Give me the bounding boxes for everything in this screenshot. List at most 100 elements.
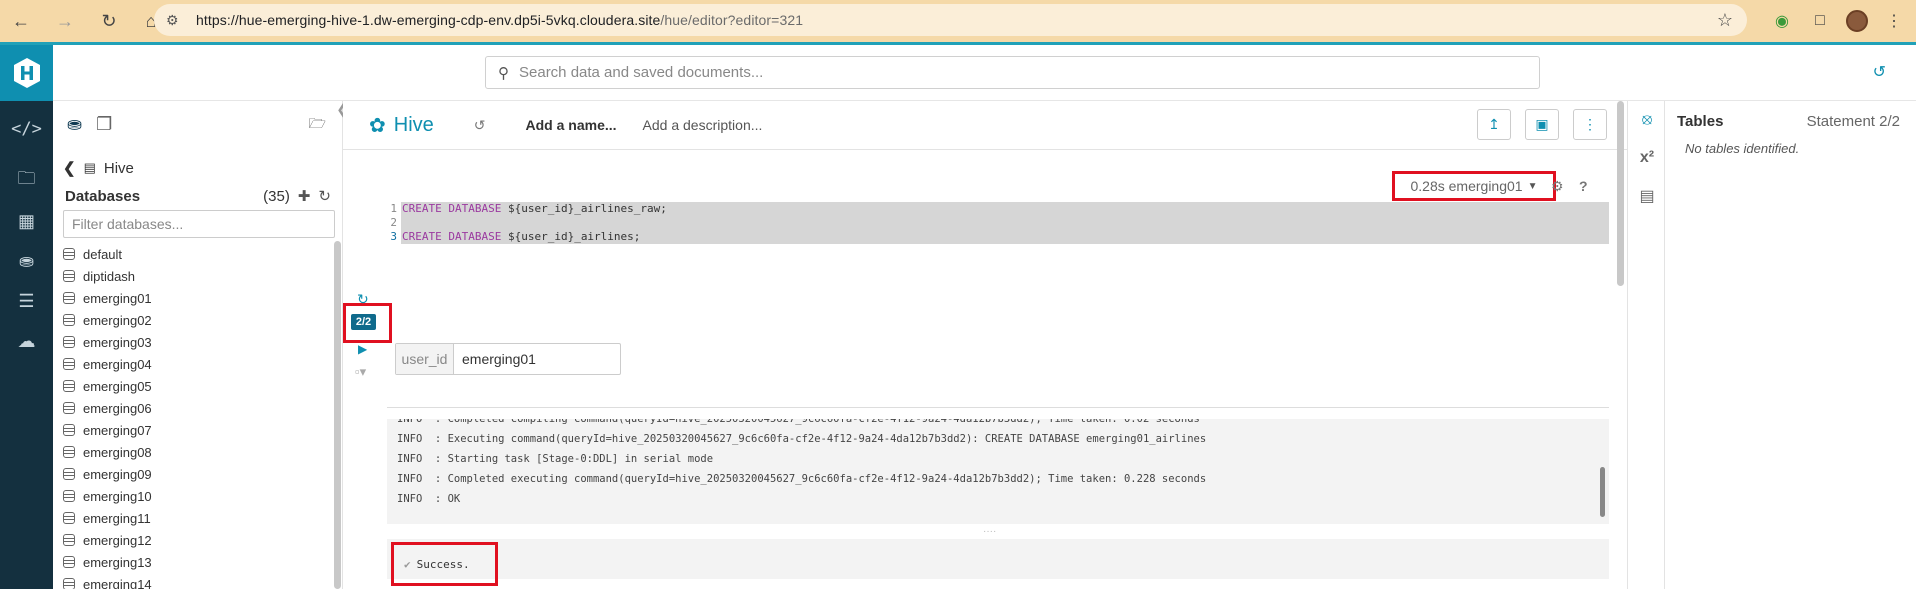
query-name[interactable]: Add a name... [526, 117, 617, 133]
add-database-icon[interactable]: ✚ [298, 187, 311, 205]
site-settings-icon[interactable]: ⚙ [166, 12, 186, 29]
editor-header: ✿ Hive ↺ Add a name... Add a description… [343, 101, 1627, 150]
cubes-icon[interactable]: ▦ [0, 201, 53, 241]
check-icon: ✔ [404, 557, 411, 571]
database-name: emerging07 [83, 422, 152, 438]
database-icon [63, 292, 75, 304]
documents-tab-icon[interactable]: ❐ [96, 114, 112, 135]
run-play-icon[interactable]: ▶ [358, 342, 367, 356]
database-item[interactable]: emerging08 [63, 441, 333, 463]
database-item[interactable]: emerging14 [63, 573, 333, 589]
code-line[interactable]: 2 [387, 216, 1609, 230]
database-item[interactable]: emerging06 [63, 397, 333, 419]
database-icon [63, 314, 75, 326]
code-line[interactable]: 1 CREATE DATABASE ${user_id}_airlines_raw… [387, 202, 1609, 216]
history-icon[interactable]: ↺ [1873, 62, 1886, 82]
refresh-statement-icon[interactable]: ↻ [357, 291, 369, 308]
filter-databases[interactable] [63, 210, 335, 238]
database-item[interactable]: emerging12 [63, 529, 333, 551]
query-description[interactable]: Add a description... [643, 117, 763, 133]
right-assist-bar: ⦻ x² ▤ [1627, 101, 1665, 589]
extension-eye-icon[interactable]: ◉ [1770, 9, 1794, 33]
editor-title[interactable]: Hive [394, 114, 434, 137]
database-item[interactable]: emerging01 [63, 287, 333, 309]
breadcrumb[interactable]: ❮ ▤ Hive [63, 159, 134, 178]
database-item[interactable]: emerging09 [63, 463, 333, 485]
url-host: https://hue-emerging-hive-1.dw-emerging-… [196, 12, 661, 28]
search-icon: ⚲ [498, 64, 509, 82]
filter-databases-input[interactable] [72, 216, 322, 232]
log-scrollbar[interactable] [1600, 467, 1605, 517]
address-bar[interactable]: ⚙ https://hue-emerging-hive-1.dw-emergin… [154, 4, 1747, 36]
bookmark-star-icon[interactable]: ☆ [1717, 10, 1733, 31]
database-icon [63, 534, 75, 546]
refresh-icon[interactable]: ↻ [318, 187, 331, 205]
files-folder-icon[interactable]: 🗁 [309, 113, 326, 137]
save-icon: ▣ [1535, 116, 1549, 132]
more-options-button[interactable]: ⋮ [1573, 109, 1607, 140]
functions-icon[interactable]: x² [1628, 139, 1666, 177]
save-button[interactable]: ▣ [1525, 109, 1559, 140]
resize-handle-icon[interactable]: ···· [983, 526, 996, 537]
line-number: 1 [390, 202, 397, 215]
database-name: emerging08 [83, 444, 152, 460]
extensions-puzzle-icon[interactable]: □ [1808, 9, 1832, 33]
database-item[interactable]: emerging07 [63, 419, 333, 441]
statement-indicator: Statement 2/2 [1806, 113, 1900, 130]
documents-folder-icon[interactable]: 🗀 [0, 161, 53, 201]
execution-info[interactable]: 0.28s emerging01 ▼ [1392, 171, 1556, 201]
code-line[interactable]: 3 CREATE DATABASE ${user_id}_airlines; [387, 230, 1609, 244]
global-search[interactable]: ⚲ [485, 56, 1540, 89]
database-item[interactable]: emerging10 [63, 485, 333, 507]
top-search-header: ⚲ ↺ [53, 45, 1916, 101]
database-item[interactable]: default [63, 243, 333, 265]
tables-icon[interactable]: ☰ [0, 281, 53, 321]
browser-menu-icon[interactable]: ⋮ [1882, 9, 1906, 33]
sql-code-editor[interactable]: 1 CREATE DATABASE ${user_id}_airlines_raw… [387, 202, 1609, 334]
search-input[interactable] [519, 64, 1419, 81]
compass-icon[interactable]: ⦻ [1628, 101, 1666, 139]
line-number: 2 [390, 216, 397, 229]
hive-bee-icon: ✿ [369, 114, 386, 137]
caret-down-icon: ▼ [1527, 180, 1538, 192]
database-icon [63, 380, 75, 392]
log-line: INFO : Executing command(queryId=hive_20… [397, 433, 1207, 445]
hue-logo[interactable] [0, 45, 53, 101]
settings-gear-icon[interactable]: ⚙ [1551, 178, 1564, 195]
forward-icon[interactable]: → [50, 6, 80, 36]
help-icon[interactable]: ? [1579, 178, 1588, 194]
back-chevron-icon[interactable]: ❮ [63, 159, 76, 177]
query-history-icon[interactable]: ↺ [474, 117, 486, 134]
no-tables-text: No tables identified. [1685, 141, 1800, 156]
execution-log[interactable]: INFO : Completed compiling command(query… [387, 419, 1609, 524]
database-item[interactable]: emerging02 [63, 309, 333, 331]
upload-cloud-icon[interactable]: ☁ [0, 321, 53, 361]
database-item[interactable]: emerging11 [63, 507, 333, 529]
database-item[interactable]: diptidash [63, 265, 333, 287]
database-item[interactable]: emerging04 [63, 353, 333, 375]
database-name: emerging13 [83, 554, 152, 570]
reload-icon[interactable]: ↻ [94, 6, 124, 36]
database-name: emerging02 [83, 312, 152, 328]
log-line: INFO : Starting task [Stage-0:DDL] in se… [397, 453, 714, 465]
line-chart-icon: ↥ [1488, 116, 1500, 132]
code-editor-icon[interactable]: </> [0, 109, 53, 149]
assist-scrollbar[interactable] [334, 241, 341, 589]
database-item[interactable]: emerging05 [63, 375, 333, 397]
statement-badge[interactable]: 2/2 [351, 314, 376, 330]
database-name: emerging04 [83, 356, 152, 372]
editor-scrollbar[interactable] [1617, 101, 1624, 286]
back-icon[interactable]: ← [6, 6, 36, 36]
database-icon[interactable]: ⛂ [0, 241, 53, 281]
log-line: INFO : OK [397, 493, 461, 505]
database-item[interactable]: emerging13 [63, 551, 333, 573]
snippet-map-icon[interactable]: ▫▾ [355, 364, 366, 380]
sql-database-tab-icon[interactable]: ⛂ [67, 114, 82, 135]
database-item[interactable]: emerging03 [63, 331, 333, 353]
chart-button[interactable]: ↥ [1477, 109, 1511, 140]
database-icon [63, 358, 75, 370]
profile-avatar[interactable] [1846, 10, 1868, 32]
breadcrumb-label: Hive [103, 159, 134, 177]
parameter-input[interactable] [454, 344, 614, 374]
book-icon[interactable]: ▤ [1628, 177, 1666, 215]
